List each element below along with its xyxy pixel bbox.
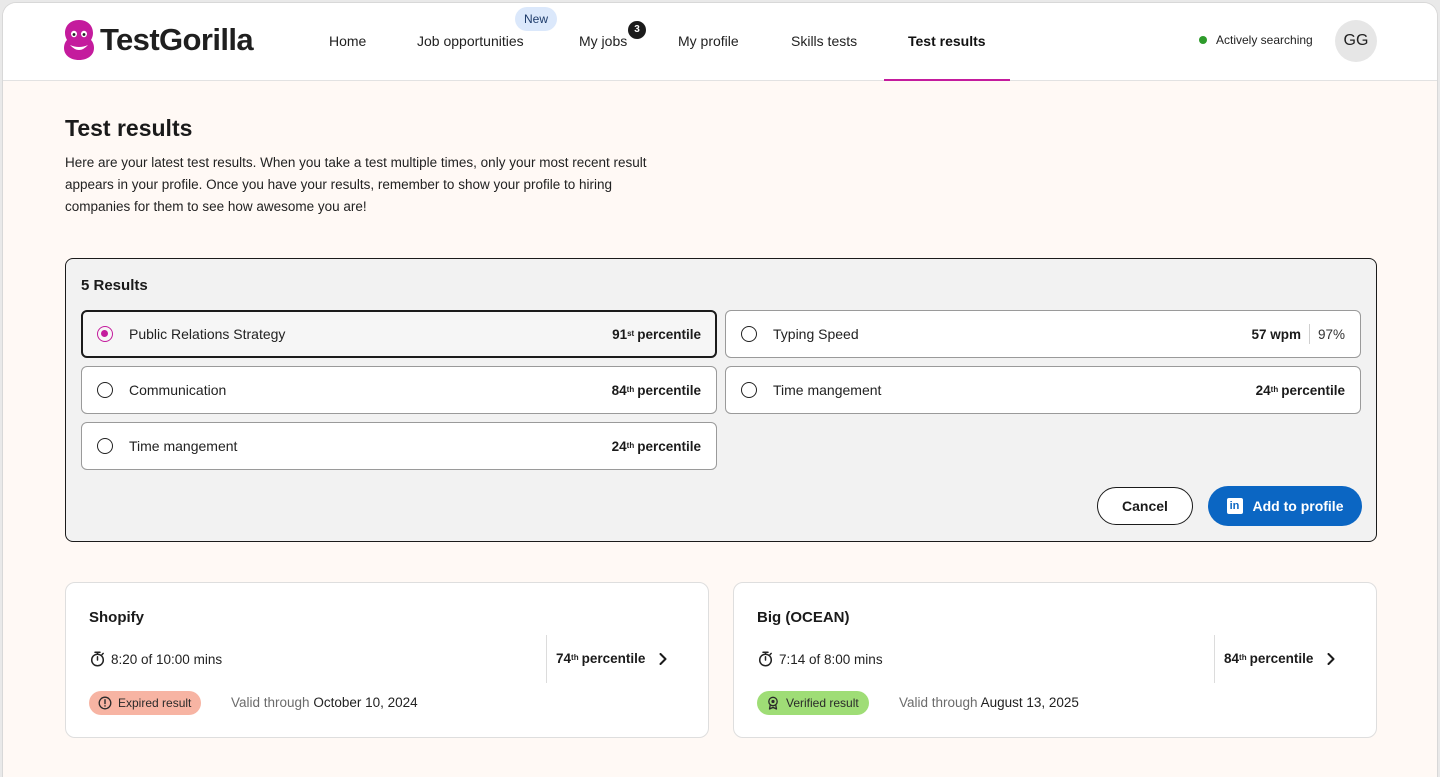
status-badge-verified: Verified result bbox=[757, 691, 869, 715]
radio-selected-icon[interactable] bbox=[97, 326, 113, 342]
result-option-typing-speed[interactable]: Typing Speed 57 wpm 97% bbox=[725, 310, 1361, 358]
nav-skills-tests[interactable]: Skills tests bbox=[791, 33, 857, 49]
result-option-score: 91st percentile bbox=[612, 326, 701, 342]
result-option-score: 24th percentile bbox=[1255, 382, 1345, 398]
nav-test-results[interactable]: Test results bbox=[908, 33, 986, 49]
status-dot-icon bbox=[1199, 36, 1207, 44]
new-pill: New bbox=[515, 7, 558, 31]
award-ribbon-icon bbox=[768, 696, 778, 710]
result-option-score: 57 wpm 97% bbox=[1251, 324, 1345, 344]
result-option-score: 24th percentile bbox=[611, 438, 701, 454]
result-option-time-management-2[interactable]: Time mangement 24th percentile bbox=[81, 422, 717, 470]
nav-home[interactable]: Home bbox=[329, 33, 366, 49]
result-option-score: 84th percentile bbox=[611, 382, 701, 398]
typing-wpm: 57 wpm bbox=[1251, 326, 1301, 342]
card-title: Shopify bbox=[89, 609, 144, 626]
stopwatch-icon bbox=[758, 651, 773, 667]
radio-unselected-icon[interactable] bbox=[741, 326, 757, 342]
app-window: TestGorilla New Home Job opportunities M… bbox=[2, 2, 1438, 777]
gorilla-logo-icon bbox=[64, 20, 94, 60]
my-jobs-count-badge: 3 bbox=[628, 21, 646, 39]
chevron-right-icon bbox=[659, 652, 667, 665]
results-count-heading: 5 Results bbox=[81, 277, 148, 294]
result-card-big-ocean: Big (OCEAN) 7:14 of 8:00 mins 84th percen… bbox=[733, 582, 1377, 738]
card-divider bbox=[546, 635, 547, 683]
card-valid-through: Valid through October 10, 2024 bbox=[231, 695, 418, 710]
user-avatar[interactable]: GG bbox=[1335, 20, 1377, 62]
nav-my-profile[interactable]: My profile bbox=[678, 33, 739, 49]
brand-name: TestGorilla bbox=[100, 22, 254, 57]
nav-my-jobs[interactable]: My jobs bbox=[579, 33, 627, 49]
result-option-time-management[interactable]: Time mangement 24th percentile bbox=[725, 366, 1361, 414]
stopwatch-icon bbox=[90, 651, 105, 667]
job-search-status[interactable]: Actively searching bbox=[1199, 33, 1313, 47]
top-navigation-bar: TestGorilla New Home Job opportunities M… bbox=[3, 3, 1437, 81]
card-duration: 8:20 of 10:00 mins bbox=[90, 651, 222, 667]
active-tab-indicator bbox=[884, 79, 1010, 81]
result-option-label: Communication bbox=[129, 382, 227, 398]
linkedin-icon: in bbox=[1226, 498, 1243, 514]
result-option-label: Time mangement bbox=[773, 382, 882, 398]
result-option-label: Public Relations Strategy bbox=[129, 326, 286, 342]
radio-unselected-icon[interactable] bbox=[97, 382, 113, 398]
card-title: Big (OCEAN) bbox=[757, 609, 850, 626]
card-valid-through: Valid through August 13, 2025 bbox=[899, 695, 1079, 710]
card-score-link[interactable]: 84th percentile bbox=[1224, 651, 1335, 666]
brand-logo[interactable]: TestGorilla bbox=[64, 19, 254, 61]
typing-accuracy: 97% bbox=[1317, 326, 1345, 342]
cancel-button[interactable]: Cancel bbox=[1097, 487, 1193, 525]
alert-circle-icon bbox=[98, 696, 112, 710]
add-to-profile-label: Add to profile bbox=[1252, 498, 1344, 514]
result-option-label: Time mangement bbox=[129, 438, 238, 454]
add-to-profile-button[interactable]: in Add to profile bbox=[1208, 486, 1362, 526]
results-selection-panel: 5 Results Public Relations Strategy 91st… bbox=[65, 258, 1377, 542]
result-option-label: Typing Speed bbox=[773, 326, 859, 342]
score-separator bbox=[1308, 324, 1310, 344]
card-score-link[interactable]: 74th percentile bbox=[556, 651, 667, 666]
result-option-communication[interactable]: Communication 84th percentile bbox=[81, 366, 717, 414]
page-title: Test results bbox=[65, 115, 193, 141]
radio-unselected-icon[interactable] bbox=[741, 382, 757, 398]
result-card-shopify: Shopify 8:20 of 10:00 mins 74th percentil… bbox=[65, 582, 709, 738]
nav-job-opportunities[interactable]: Job opportunities bbox=[417, 33, 524, 49]
status-label: Actively searching bbox=[1216, 33, 1313, 47]
chevron-right-icon bbox=[1327, 652, 1335, 665]
radio-unselected-icon[interactable] bbox=[97, 438, 113, 454]
card-duration: 7:14 of 8:00 mins bbox=[758, 651, 883, 667]
card-divider bbox=[1214, 635, 1215, 683]
page-description: Here are your latest test results. When … bbox=[65, 155, 647, 214]
result-option-public-relations-strategy[interactable]: Public Relations Strategy 91st percentile bbox=[81, 310, 717, 358]
status-badge-expired: Expired result bbox=[89, 691, 202, 715]
